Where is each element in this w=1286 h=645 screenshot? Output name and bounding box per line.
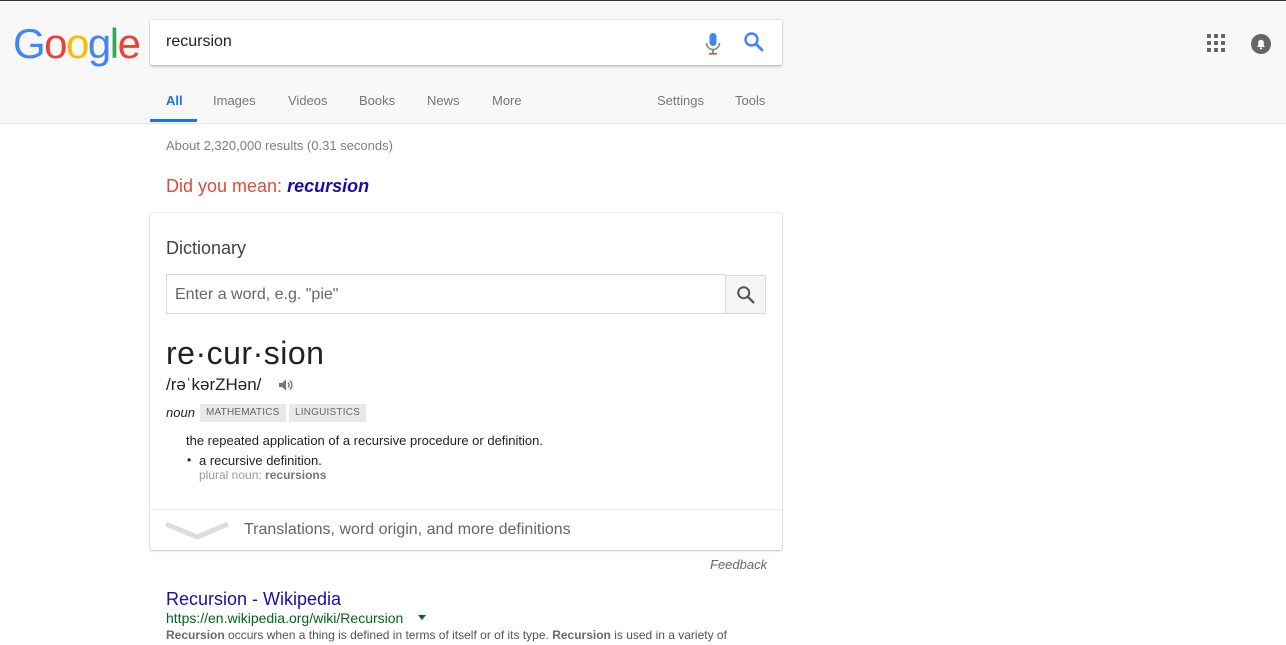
plural-form: plural noun: recursions (199, 468, 326, 482)
result-stats: About 2,320,000 results (0.31 seconds) (166, 138, 393, 153)
more-definitions-link[interactable]: Translations, word origin, and more defi… (244, 521, 571, 539)
did-you-mean-suggestion-link[interactable]: recursion (287, 176, 369, 196)
google-logo[interactable]: Google (13, 22, 141, 66)
did-you-mean-prefix: Did you mean: (166, 176, 288, 196)
label-badge-linguistics: LINGUISTICS (289, 404, 366, 422)
dictionary-input-placeholder: Enter a word, e.g. "pie" (175, 286, 339, 303)
dictionary-card: Dictionary Enter a word, e.g. "pie" re·c… (150, 213, 782, 550)
search-query[interactable]: recursion (166, 33, 232, 51)
apps-grid-icon[interactable] (1207, 34, 1225, 52)
chevron-down-icon[interactable] (164, 518, 230, 542)
snippet-text: occurs when a thing is defined in terms … (224, 628, 553, 642)
notifications-icon[interactable] (1250, 33, 1272, 55)
feedback-link[interactable]: Feedback (710, 557, 767, 572)
result-title-link[interactable]: Recursion - Wikipedia (166, 589, 341, 610)
result-snippet: Recursion occurs when a thing is defined… (166, 628, 727, 642)
plural-value: recursions (265, 468, 327, 482)
snippet-text: is used in a variety of (610, 628, 727, 642)
definition-text: the repeated application of a recursive … (186, 433, 543, 448)
tab-tools[interactable]: Tools (735, 93, 765, 108)
snippet-highlight: Recursion (552, 628, 611, 642)
tab-videos[interactable]: Videos (288, 93, 328, 108)
active-tab-indicator (150, 119, 197, 122)
tab-settings[interactable]: Settings (657, 93, 704, 108)
dictionary-title: Dictionary (166, 238, 247, 258)
snippet-highlight: Recursion (166, 628, 225, 642)
plural-label: plural noun: (199, 468, 266, 482)
mic-icon[interactable] (703, 31, 723, 57)
tab-books[interactable]: Books (359, 93, 395, 108)
dictionary-headword: re·cur·sion (166, 335, 325, 371)
tab-all[interactable]: All (166, 93, 183, 108)
url-dropdown-caret-icon[interactable] (418, 615, 426, 620)
tab-images[interactable]: Images (213, 93, 256, 108)
did-you-mean: Did you mean: recursion (166, 176, 369, 197)
search-icon (737, 286, 755, 304)
dictionary-search-button[interactable] (725, 275, 766, 314)
part-of-speech: noun (166, 405, 195, 420)
speaker-icon[interactable] (277, 377, 293, 393)
search-input[interactable]: recursion (150, 20, 782, 65)
phonetic-spelling: /rəˈkərZHən/ (166, 375, 262, 394)
example-bullet: • (187, 453, 192, 467)
card-divider (150, 509, 782, 510)
tab-news[interactable]: News (427, 93, 460, 108)
example-text: a recursive definition. (199, 453, 322, 468)
search-icon[interactable] (742, 30, 766, 54)
dictionary-word-input[interactable]: Enter a word, e.g. "pie" (166, 274, 726, 314)
label-badge-mathematics: MATHEMATICS (200, 404, 286, 422)
tab-more[interactable]: More (492, 93, 522, 108)
result-url: https://en.wikipedia.org/wiki/Recursion (166, 610, 404, 626)
